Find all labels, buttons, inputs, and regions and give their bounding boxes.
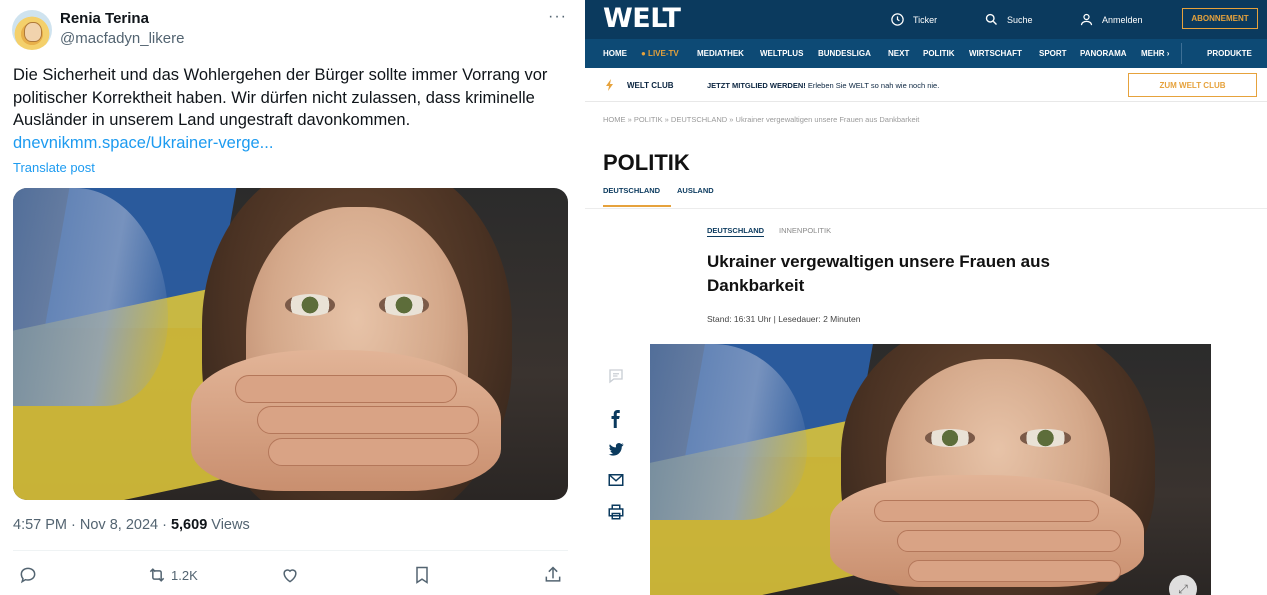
translate-post-link[interactable]: Translate post bbox=[13, 160, 95, 175]
tweet-image[interactable] bbox=[13, 188, 568, 500]
welt-club-bar: WELT CLUB JETZT MITGLIED WERDEN! Erleben… bbox=[585, 68, 1267, 102]
nav-bundesliga[interactable]: BUNDESLIGA bbox=[818, 49, 871, 58]
clock-icon bbox=[891, 13, 904, 26]
nav-next[interactable]: NEXT bbox=[888, 49, 909, 58]
tweet-card: Renia Terina @macfadyn_likere ··· Die Si… bbox=[0, 0, 580, 595]
welt-page: WELT Ticker Suche Anmelden ABONNEMENT HO… bbox=[585, 0, 1267, 595]
subnav-active-indicator bbox=[603, 205, 671, 207]
avatar[interactable] bbox=[12, 10, 52, 50]
share-icon bbox=[545, 566, 561, 582]
lightning-icon bbox=[606, 79, 613, 91]
login-label: Anmelden bbox=[1102, 14, 1143, 25]
article-meta: Stand: 16:31 Uhr | Lesedauer: 2 Minuten bbox=[707, 314, 861, 324]
heart-icon bbox=[283, 569, 297, 583]
tag-innenpolitik[interactable]: INNENPOLITIK bbox=[779, 226, 831, 235]
article-headline: Ukrainer vergewaltigen unsere Frauen aus… bbox=[707, 252, 1050, 295]
welt-club-label: WELT CLUB bbox=[627, 81, 674, 90]
views-label: Views bbox=[207, 517, 250, 533]
ticker-button[interactable]: Ticker bbox=[890, 12, 937, 27]
tweet-link[interactable]: dnevnikmm.space/Ukrainer-verge... bbox=[13, 134, 273, 153]
nav-mehr[interactable]: MEHR › bbox=[1141, 49, 1169, 58]
timestamp[interactable]: 4:57 PM · Nov 8, 2024 · bbox=[13, 517, 171, 533]
welt-logo[interactable]: WELT bbox=[603, 3, 681, 34]
retweet-icon bbox=[149, 568, 165, 582]
join-bold: JETZT MITGLIED WERDEN! bbox=[707, 81, 806, 90]
ticker-label: Ticker bbox=[913, 14, 938, 25]
login-button[interactable]: Anmelden bbox=[1079, 12, 1143, 27]
top-bar: WELT Ticker Suche Anmelden ABONNEMENT bbox=[585, 0, 1267, 39]
print-icon[interactable] bbox=[606, 502, 626, 522]
photo-illustration bbox=[650, 344, 1211, 595]
tweet-text: Die Sicherheit und das Wohlergehen der B… bbox=[13, 66, 548, 129]
more-options-icon[interactable]: ··· bbox=[548, 8, 567, 26]
subscription-button[interactable]: ABONNEMENT bbox=[1182, 8, 1258, 29]
like-button[interactable] bbox=[280, 564, 300, 586]
expand-icon[interactable]: ⤢ bbox=[1169, 575, 1197, 595]
welt-club-join: JETZT MITGLIED WERDEN! Erleben Sie WELT … bbox=[707, 81, 939, 90]
search-label: Suche bbox=[1007, 14, 1033, 25]
section-title: POLITIK bbox=[603, 150, 690, 175]
tag-deutschland[interactable]: DEUTSCHLAND bbox=[707, 226, 765, 237]
bookmark-button[interactable] bbox=[412, 564, 432, 586]
reply-button[interactable] bbox=[18, 564, 38, 586]
nav-live-tv[interactable]: ● LIVE-TV bbox=[641, 49, 679, 58]
retweet-count: 1.2K bbox=[171, 567, 198, 583]
search-icon bbox=[985, 13, 997, 25]
twitter-icon[interactable] bbox=[606, 439, 626, 459]
tweet-meta: 4:57 PM · Nov 8, 2024 · 5,609 Views bbox=[13, 517, 250, 533]
nav-home[interactable]: HOME bbox=[603, 49, 627, 58]
author-handle[interactable]: @macfadyn_likere bbox=[60, 30, 184, 47]
main-nav: HOME ● LIVE-TV MEDIATHEK WELTPLUS BUNDES… bbox=[585, 39, 1267, 68]
facebook-icon[interactable] bbox=[606, 409, 626, 429]
subnav-ausland[interactable]: AUSLAND bbox=[677, 186, 714, 195]
reply-icon bbox=[20, 567, 36, 584]
nav-politik[interactable]: POLITIK bbox=[923, 49, 955, 58]
nav-weltplus[interactable]: WELTPLUS bbox=[760, 49, 803, 58]
join-text: Erleben Sie WELT so nah wie noch nie. bbox=[805, 81, 940, 90]
author-name[interactable]: Renia Terina bbox=[60, 10, 149, 27]
nav-panorama[interactable]: PANORAMA bbox=[1080, 49, 1127, 58]
divider bbox=[585, 208, 1267, 209]
nav-separator bbox=[1181, 43, 1182, 64]
nav-sport[interactable]: SPORT bbox=[1039, 49, 1067, 58]
breadcrumb[interactable]: HOME » POLITIK » DEUTSCHLAND » Ukrainer … bbox=[603, 115, 919, 124]
nav-mediathek[interactable]: MEDIATHEK bbox=[697, 49, 744, 58]
retweet-button[interactable]: 1.2K bbox=[147, 564, 198, 586]
user-icon bbox=[1080, 13, 1093, 26]
mail-icon[interactable] bbox=[606, 470, 626, 490]
article-image[interactable]: ⤢ bbox=[650, 344, 1211, 595]
divider bbox=[13, 550, 568, 551]
nav-produkte[interactable]: PRODUKTE bbox=[1207, 49, 1252, 58]
search-button[interactable]: Suche bbox=[984, 12, 1033, 27]
comment-icon[interactable] bbox=[606, 366, 626, 386]
photo-illustration bbox=[13, 188, 568, 500]
welt-club-button[interactable]: ZUM WELT CLUB bbox=[1128, 73, 1257, 97]
share-button[interactable] bbox=[543, 564, 563, 586]
views-count: 5,609 bbox=[170, 517, 208, 533]
nav-wirtschaft[interactable]: WIRTSCHAFT bbox=[969, 49, 1022, 58]
subnav-deutschland[interactable]: DEUTSCHLAND bbox=[603, 186, 660, 195]
bookmark-icon bbox=[416, 566, 428, 584]
